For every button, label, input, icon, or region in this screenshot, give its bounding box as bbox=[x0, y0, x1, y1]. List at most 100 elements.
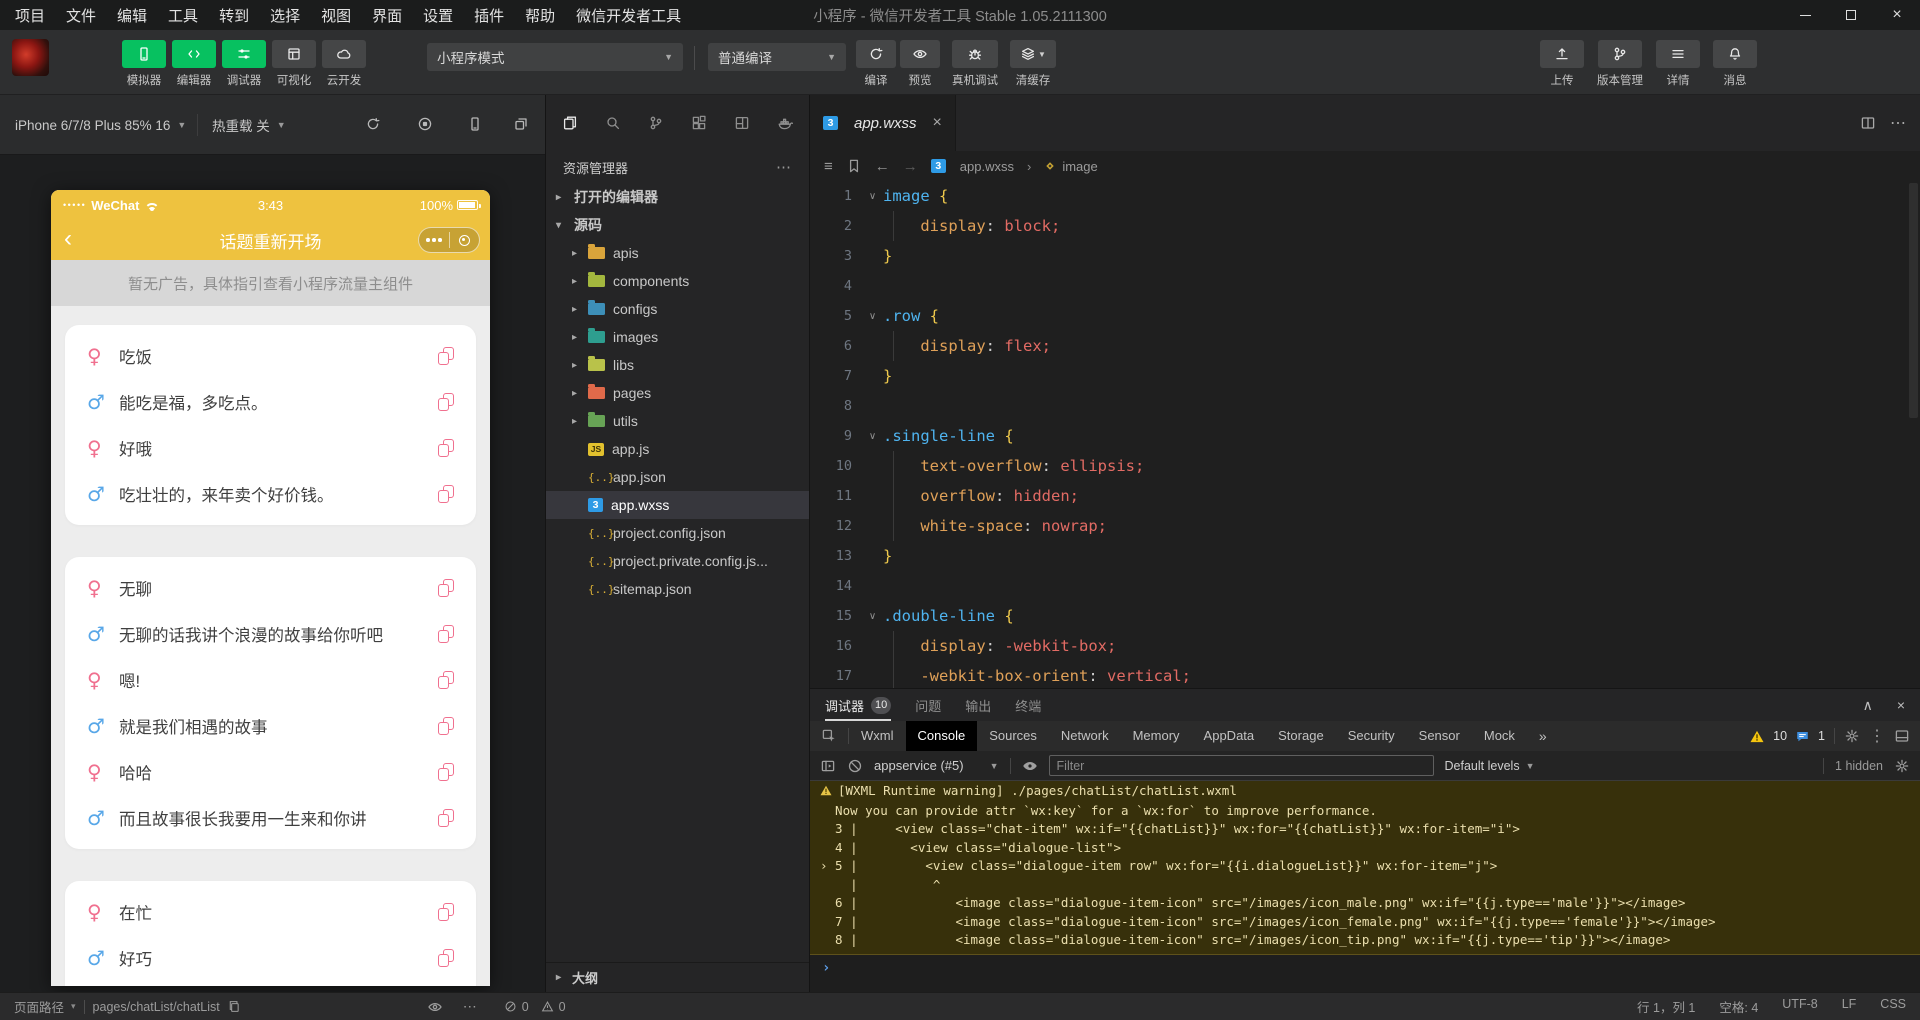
log-levels-select[interactable]: Default levels ▼ bbox=[1445, 759, 1535, 773]
chat-row[interactable]: ♂ 能吃是福，多吃点。 bbox=[65, 379, 476, 425]
toolbar-button-code[interactable]: 编辑器 bbox=[172, 40, 216, 88]
statusbar-more-icon[interactable]: ⋯ bbox=[463, 998, 478, 1015]
files-icon[interactable] bbox=[562, 115, 578, 131]
close-tab-icon[interactable]: × bbox=[933, 114, 942, 132]
menu-item[interactable]: 选择 bbox=[270, 5, 300, 26]
devtools-tab-mock[interactable]: Mock bbox=[1472, 721, 1527, 751]
current-page-path[interactable]: pages/chatList/chatList bbox=[93, 1000, 220, 1014]
menu-item[interactable]: 编辑 bbox=[117, 5, 147, 26]
dock-panel-icon[interactable] bbox=[1894, 728, 1910, 744]
navigate-back-icon[interactable]: ← bbox=[875, 158, 890, 175]
toolbar-button-tune[interactable]: 调试器 bbox=[222, 40, 266, 88]
clear-console-icon[interactable] bbox=[847, 758, 863, 774]
devtools-tab-sensor[interactable]: Sensor bbox=[1407, 721, 1472, 751]
toolbar-button-upload[interactable]: 上传 bbox=[1540, 40, 1584, 88]
problems-summary[interactable]: 0 0 bbox=[504, 1000, 573, 1014]
compile-mode-select[interactable]: 普通编译 ▼ bbox=[708, 43, 846, 71]
copy-icon[interactable] bbox=[438, 717, 454, 735]
hidden-messages-label[interactable]: 1 hidden bbox=[1835, 759, 1883, 773]
breadcrumb-symbol[interactable]: image bbox=[1044, 159, 1098, 174]
maximize-button[interactable] bbox=[1828, 0, 1874, 30]
status-item[interactable]: 空格: 4 bbox=[1719, 997, 1758, 1016]
toolbar-button-bug[interactable]: 真机调试 bbox=[952, 40, 998, 88]
copy-icon[interactable] bbox=[438, 439, 454, 457]
back-chevron-icon[interactable]: ‹ bbox=[64, 224, 72, 254]
tree-folder[interactable]: ▸ images bbox=[546, 323, 809, 351]
chat-row[interactable]: ♀ 无聊 bbox=[65, 565, 476, 611]
outline-list-icon[interactable]: ≡ bbox=[824, 158, 833, 175]
devtools-tab-security[interactable]: Security bbox=[1336, 721, 1407, 751]
console-filter-input[interactable] bbox=[1048, 755, 1434, 776]
copy-icon[interactable] bbox=[438, 671, 454, 689]
execution-context-select[interactable]: appservice (#5) ▼ bbox=[874, 758, 999, 773]
source-control-icon[interactable] bbox=[648, 115, 664, 131]
tree-file[interactable]: {..} sitemap.json bbox=[546, 575, 809, 603]
outline-section[interactable]: ▸ 大纲 bbox=[546, 962, 809, 992]
close-button[interactable]: × bbox=[1874, 0, 1920, 30]
fold-icon[interactable]: ∨ bbox=[862, 191, 883, 202]
rotate-view-icon[interactable] bbox=[513, 116, 529, 132]
copy-icon[interactable] bbox=[438, 949, 454, 967]
message-icon[interactable] bbox=[1796, 730, 1809, 743]
debugger-panel-tab[interactable]: 输出 bbox=[965, 689, 991, 721]
warning-icon[interactable] bbox=[1750, 730, 1764, 743]
tree-file[interactable]: JS app.js bbox=[546, 435, 809, 463]
console-sidebar-icon[interactable] bbox=[820, 758, 836, 774]
kebab-menu-icon[interactable]: ⋮ bbox=[1869, 726, 1885, 746]
copy-icon[interactable] bbox=[438, 809, 454, 827]
device-select[interactable]: iPhone 6/7/8 Plus 85% 16 ▼ bbox=[15, 95, 186, 155]
devtools-tab-wxml[interactable]: Wxml bbox=[849, 721, 906, 751]
chat-row[interactable]: ♀ 嗯! bbox=[65, 657, 476, 703]
console-settings-icon[interactable] bbox=[1894, 758, 1910, 774]
project-avatar[interactable] bbox=[12, 39, 49, 76]
tree-file[interactable]: 3 app.wxss bbox=[546, 491, 809, 519]
toolbar-button-eye[interactable]: 预览 bbox=[900, 40, 940, 88]
copy-icon[interactable] bbox=[438, 393, 454, 411]
tree-file[interactable]: {..} project.private.config.js... bbox=[546, 547, 809, 575]
stop-icon[interactable] bbox=[417, 116, 433, 132]
tree-folder[interactable]: ▸ configs bbox=[546, 295, 809, 323]
device-view-icon[interactable] bbox=[467, 116, 483, 132]
console-prompt[interactable]: › bbox=[810, 955, 1920, 981]
menu-item[interactable]: 插件 bbox=[474, 5, 504, 26]
menu-item[interactable]: 转到 bbox=[219, 5, 249, 26]
devtools-tab-appdata[interactable]: AppData bbox=[1192, 721, 1267, 751]
tree-folder[interactable]: ▸ utils bbox=[546, 407, 809, 435]
tree-folder[interactable]: ▸ libs bbox=[546, 351, 809, 379]
fold-icon[interactable]: ∨ bbox=[862, 311, 883, 322]
tabs-overflow-icon[interactable]: » bbox=[1527, 721, 1559, 751]
debugger-panel-tab[interactable]: 终端 bbox=[1015, 689, 1041, 721]
chat-row[interactable]: ♂ 而且故事很长我要用一生来和你讲 bbox=[65, 795, 476, 841]
tree-folder[interactable]: ▸ pages bbox=[546, 379, 809, 407]
menu-item[interactable]: 项目 bbox=[15, 5, 45, 26]
status-item[interactable]: 行 1，列 1 bbox=[1637, 997, 1695, 1016]
devtools-tab-storage[interactable]: Storage bbox=[1266, 721, 1336, 751]
chat-row[interactable]: ♀ 哈哈 bbox=[65, 749, 476, 795]
more-actions-icon[interactable]: ⋯ bbox=[776, 158, 792, 176]
toolbar-button-phone[interactable]: 模拟器 bbox=[122, 40, 166, 88]
menu-item[interactable]: 微信开发者工具 bbox=[576, 5, 681, 26]
exit-target-icon[interactable] bbox=[450, 234, 480, 246]
debugger-panel-tab[interactable]: 调试器 10 bbox=[825, 689, 892, 721]
collapse-panel-icon[interactable]: ∧ bbox=[1863, 697, 1873, 714]
extensions-icon[interactable] bbox=[691, 115, 707, 131]
chat-row[interactable]: ♀ 好哦 bbox=[65, 425, 476, 471]
tree-folder[interactable]: ▸ apis bbox=[546, 239, 809, 267]
debugger-panel-tab[interactable]: 问题 bbox=[915, 689, 941, 721]
copy-icon[interactable] bbox=[438, 485, 454, 503]
copy-icon[interactable] bbox=[438, 347, 454, 365]
hot-reload-toggle[interactable]: 热重载 关 ▼ bbox=[212, 95, 286, 155]
more-menu-icon[interactable] bbox=[419, 238, 449, 242]
devtools-tab-sources[interactable]: Sources bbox=[977, 721, 1049, 751]
toolbar-button-branch[interactable]: 版本管理 bbox=[1597, 40, 1643, 88]
console-output[interactable]: [WXML Runtime warning] ./pages/chatList/… bbox=[810, 781, 1920, 992]
menu-item[interactable]: 帮助 bbox=[525, 5, 555, 26]
page-path-select[interactable]: 页面路径 ▾ bbox=[14, 997, 76, 1016]
status-item[interactable]: UTF-8 bbox=[1782, 997, 1817, 1016]
copy-path-icon[interactable] bbox=[228, 1000, 241, 1013]
menu-item[interactable]: 界面 bbox=[372, 5, 402, 26]
navigate-forward-icon[interactable]: → bbox=[903, 158, 918, 175]
code-editor[interactable]: 1 ∨ image {2 display: block; 3} 4 5 ∨ .row {6 d… bbox=[810, 181, 1920, 688]
close-panel-icon[interactable]: × bbox=[1897, 697, 1905, 713]
copy-icon[interactable] bbox=[438, 625, 454, 643]
